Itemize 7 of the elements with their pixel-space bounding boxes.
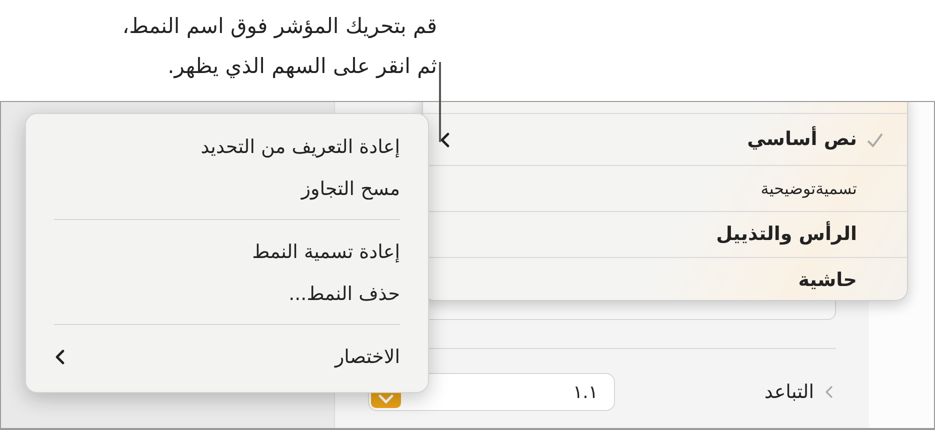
menu-item[interactable]: حذف النمط... xyxy=(54,273,400,315)
menu-item[interactable]: إعادة تسمية النمط xyxy=(54,231,400,273)
menu-item[interactable]: مسح التجاوز xyxy=(54,168,400,210)
chevron-icon xyxy=(824,384,834,400)
spacing-label: التباعد xyxy=(764,380,814,405)
callout-text: قم بتحريك المؤشر فوق اسم النمط، ثم انقر على السهم الذي يظهر. xyxy=(122,13,437,80)
menu-item[interactable]: إعادة التعريف من التحديد xyxy=(54,126,400,168)
